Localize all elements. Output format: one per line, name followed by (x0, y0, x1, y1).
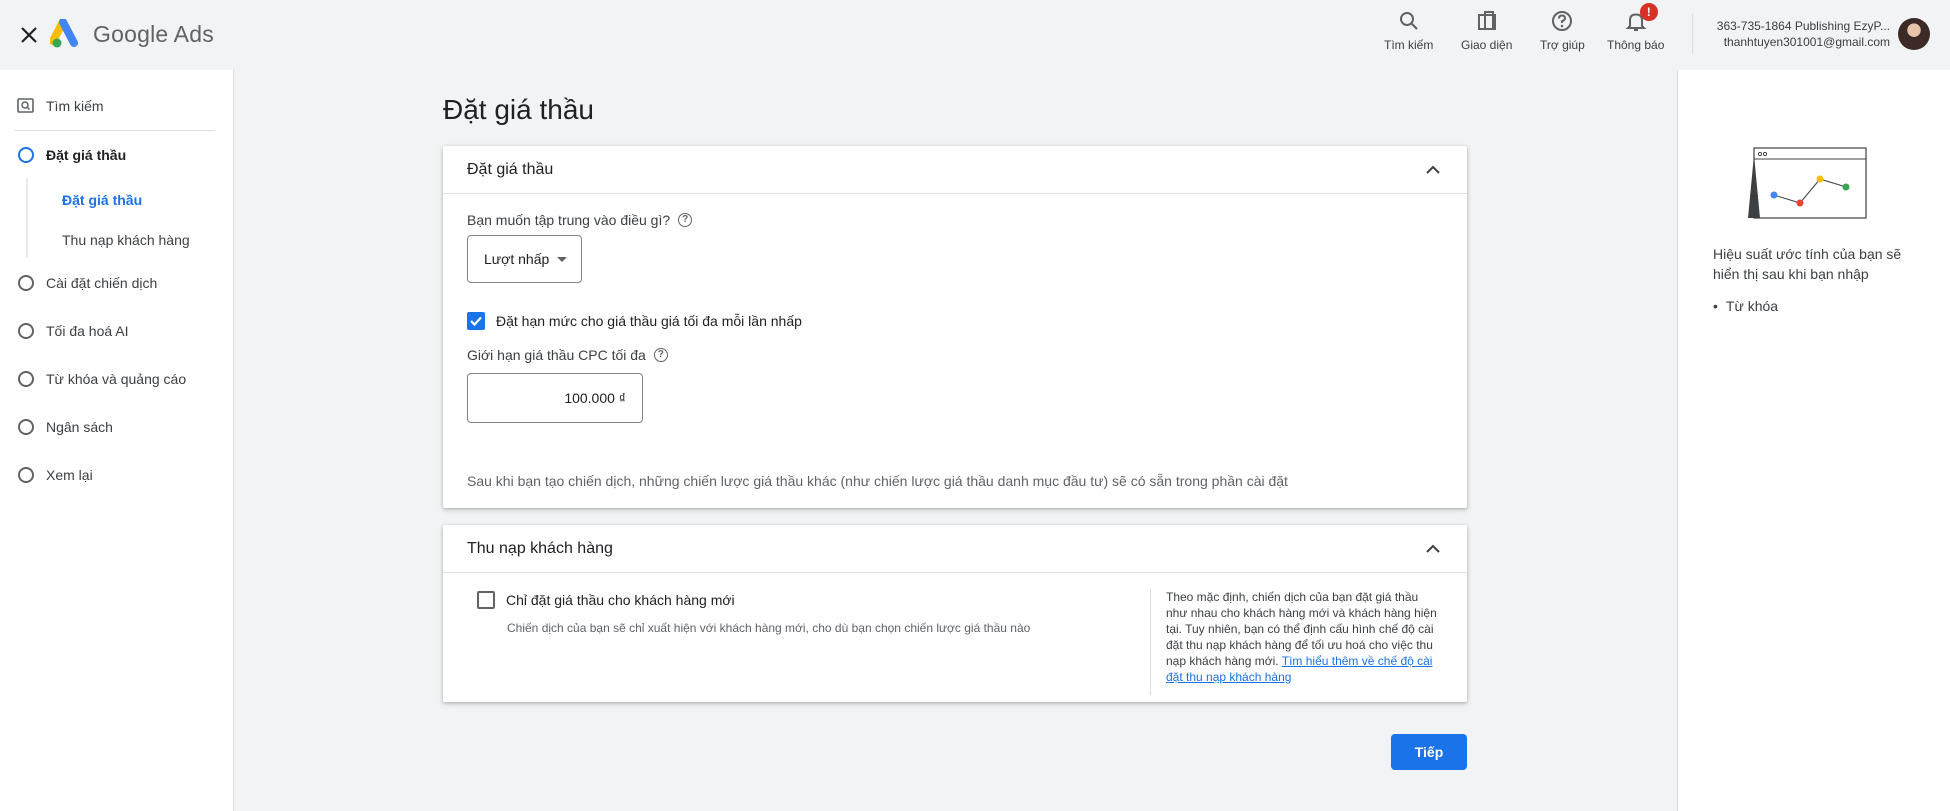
nav-search-label: Tìm kiếm (46, 98, 104, 114)
nav-item-campaign-settings[interactable]: Cài đặt chiến dịch (0, 266, 230, 300)
focus-question: Bạn muốn tập trung vào điều gì? ? (467, 212, 693, 228)
step-circle-icon (18, 147, 34, 163)
chevron-up-icon[interactable] (1423, 539, 1443, 559)
cpc-limit-row: Đặt hạn mức cho giá thầu giá tối đa mỗi … (467, 312, 802, 330)
account-name: 363-735-1864 Publishing EzyP... (1716, 19, 1890, 33)
account-info[interactable]: 363-735-1864 Publishing EzyP... thanhtuy… (1700, 18, 1890, 50)
acquisition-card-header[interactable]: Thu nạp khách hàng (443, 525, 1467, 573)
next-button[interactable]: Tiếp (1391, 734, 1467, 770)
focus-question-text: Bạn muốn tập trung vào điều gì? (467, 212, 671, 228)
search-panel-icon (17, 98, 34, 118)
help-circle-icon[interactable]: ? (678, 213, 693, 227)
account-email: thanhtuyen301001@gmail.com (1723, 35, 1890, 49)
estimate-text: Hiệu suất ước tính của bạn sẽ hiển thị s… (1713, 246, 1902, 282)
cpc-limit-label: Đặt hạn mức cho giá thầu giá tối đa mỗi … (496, 313, 802, 329)
subnav-line (26, 178, 28, 258)
subnav-bidding[interactable]: Đặt giá thầu (62, 192, 142, 208)
estimate-requirements: Từ khóa (1713, 298, 1778, 314)
nav-divider (15, 130, 215, 131)
step-circle-icon (18, 323, 34, 339)
new-customers-checkbox[interactable] (477, 591, 495, 609)
acquisition-info: Theo mặc định, chiến dịch của bạn đặt gi… (1166, 589, 1441, 685)
focus-dropdown-value: Lượt nhấp (484, 251, 550, 267)
nav-item-label: Cài đặt chiến dịch (46, 275, 158, 291)
cpc-label-text: Giới hạn giá thầu CPC tối đa (467, 347, 646, 363)
help-icon (1549, 8, 1575, 34)
close-icon[interactable] (14, 20, 44, 50)
bidding-note: Sau khi bạn tạo chiến dịch, những chiến … (467, 473, 1288, 489)
step-circle-icon (18, 371, 34, 387)
nav-item-label: Từ khóa và quảng cáo (46, 371, 187, 387)
caret-down-icon (557, 257, 567, 262)
google-ads-logo (49, 18, 84, 49)
appearance-icon (1474, 8, 1500, 34)
notification-badge: ! (1639, 3, 1658, 21)
subnav-customer-acquisition[interactable]: Thu nạp khách hàng (62, 232, 190, 248)
help-label: Trợ giúp (1540, 38, 1585, 52)
avatar[interactable] (1898, 18, 1930, 50)
top-bar: Google Ads Tìm kiếm Giao diện Trợ giúp !… (0, 0, 1950, 70)
help-button[interactable]: Trợ giúp (1540, 8, 1585, 56)
appearance-label: Giao diện (1461, 38, 1513, 52)
notifications-label: Thông báo (1607, 38, 1665, 52)
new-customers-description: Chiến dịch của bạn sẽ chỉ xuất hiện với … (507, 621, 1031, 635)
estimate-panel: Hiệu suất ước tính của bạn sẽ hiển thị s… (1677, 70, 1950, 811)
new-customers-row: Chỉ đặt giá thầu cho khách hàng mới (477, 591, 735, 609)
max-cpc-input[interactable]: 100.000 ₫ (467, 373, 643, 423)
nav-item-label: Ngân sách (46, 419, 113, 435)
customer-acquisition-card: Thu nạp khách hàng Chỉ đặt giá thầu cho … (443, 525, 1467, 702)
left-nav: Tìm kiếm Đặt giá thầu Đặt giá thầu Thu n… (0, 70, 234, 811)
notifications-button[interactable]: ! Thông báo (1607, 3, 1665, 56)
nav-item-label: Tối đa hoá AI (46, 323, 129, 339)
cpc-limit-checkbox[interactable] (467, 312, 485, 330)
nav-item-review[interactable]: Xem lại (0, 458, 230, 492)
focus-dropdown[interactable]: Lượt nhấp (467, 235, 582, 283)
search-icon (1396, 8, 1422, 34)
step-circle-icon (18, 275, 34, 291)
nav-item-label: Đặt giá thầu (46, 147, 127, 163)
step-circle-icon (18, 467, 34, 483)
bell-icon: ! (1623, 3, 1658, 34)
bidding-card-header[interactable]: Đặt giá thầu (443, 146, 1467, 194)
appearance-button[interactable]: Giao diện (1461, 8, 1512, 56)
nav-item-bidding[interactable]: Đặt giá thầu (0, 138, 230, 172)
bidding-card-title: Đặt giá thầu (467, 160, 554, 178)
top-search-label: Tìm kiếm (1384, 38, 1434, 52)
brand-name: Google Ads (93, 21, 214, 47)
nav-item-ai-max[interactable]: Tối đa hoá AI (0, 314, 230, 348)
nav-item-label: Xem lại (46, 467, 93, 483)
top-search-button[interactable]: Tìm kiếm (1384, 8, 1433, 56)
performance-chart-illustration (1746, 145, 1870, 221)
page-title: Đặt giá thầu (443, 94, 594, 125)
nav-item-budget[interactable]: Ngân sách (0, 410, 230, 444)
chevron-up-icon[interactable] (1423, 160, 1443, 180)
cpc-limit-field-label: Giới hạn giá thầu CPC tối đa ? (467, 347, 668, 363)
step-circle-icon (18, 419, 34, 435)
new-customers-label: Chỉ đặt giá thầu cho khách hàng mới (506, 592, 735, 608)
checkmark-icon (470, 316, 482, 327)
acquisition-divider (1150, 589, 1151, 695)
help-circle-icon[interactable]: ? (653, 348, 668, 362)
topbar-divider (1692, 14, 1693, 54)
acquisition-card-title: Thu nạp khách hàng (467, 539, 613, 557)
nav-item-keywords-ads[interactable]: Từ khóa và quảng cáo (0, 362, 230, 396)
bidding-card: Đặt giá thầu Bạn muốn tập trung vào điều… (443, 146, 1467, 508)
list-item: Từ khóa (1713, 298, 1778, 314)
nav-search[interactable]: Tìm kiếm (0, 88, 215, 124)
